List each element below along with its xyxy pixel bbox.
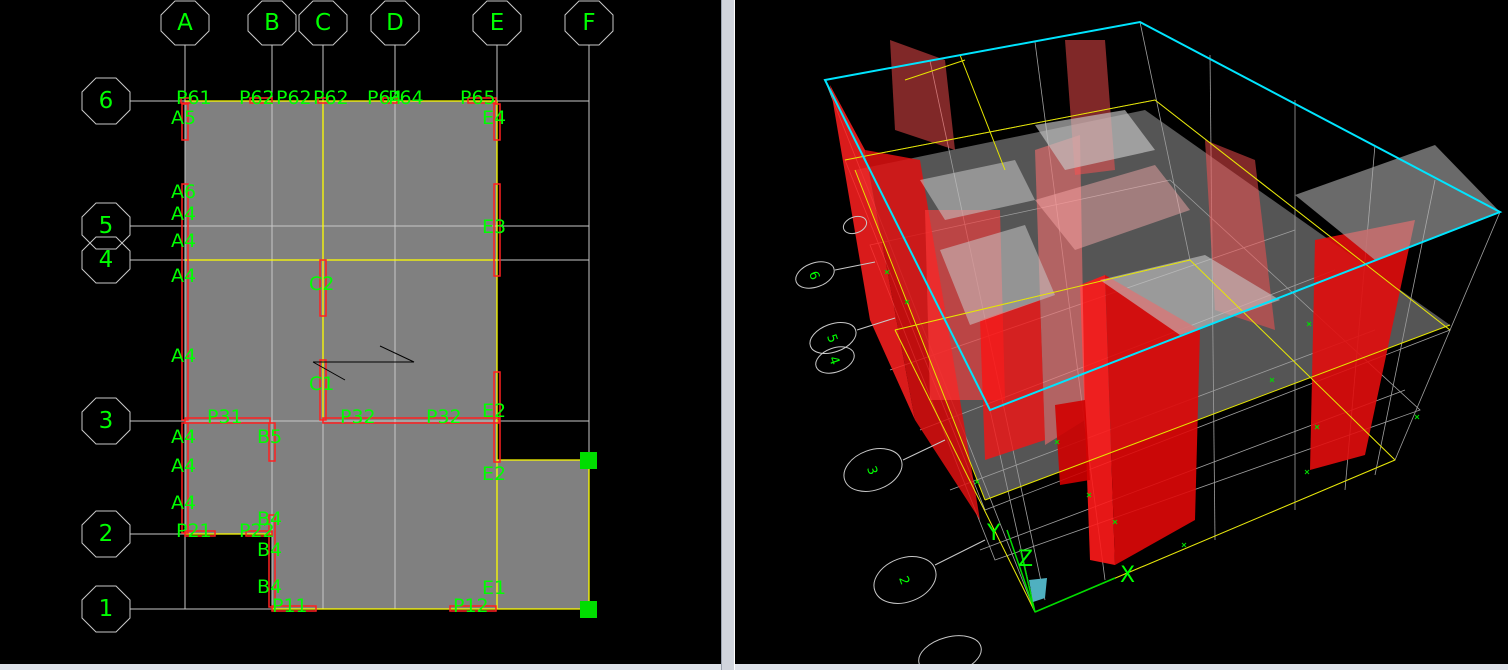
element-label: A4 bbox=[171, 203, 196, 225]
element-label: B5 bbox=[257, 426, 282, 448]
element-label: A4 bbox=[171, 265, 196, 287]
element-label: E4 bbox=[482, 107, 506, 129]
grid-label-c: C bbox=[315, 10, 331, 36]
grid-label-b: B bbox=[264, 10, 280, 36]
element-label: C2 bbox=[309, 273, 334, 295]
grid-label-e: E bbox=[490, 10, 505, 36]
element-label: P61 bbox=[176, 87, 212, 109]
grid-label-4: 4 bbox=[99, 247, 114, 273]
grid-label-2: 2 bbox=[99, 521, 114, 547]
3d-grid-label: 6 bbox=[805, 269, 822, 282]
wall-panel[interactable] bbox=[980, 300, 1045, 460]
slab-lower-right bbox=[272, 421, 589, 609]
axis-x-label: X bbox=[1120, 563, 1135, 588]
element-label: A4 bbox=[171, 455, 196, 477]
support-node[interactable] bbox=[580, 452, 597, 469]
element-label: P32 bbox=[426, 406, 462, 428]
element-label: P64 bbox=[388, 87, 424, 109]
3d-grid-label: 2 bbox=[895, 574, 912, 587]
grid-bubbles-y bbox=[81, 77, 131, 633]
element-label: P12 bbox=[453, 595, 489, 617]
element-label: B4 bbox=[257, 539, 282, 561]
element-label: P32 bbox=[340, 406, 376, 428]
element-label: A5 bbox=[171, 107, 196, 129]
grid-bubble-labels-x: A B C D E F bbox=[177, 10, 595, 36]
grid-label-d: D bbox=[386, 10, 404, 36]
element-label: A6 bbox=[171, 181, 196, 203]
wall-panel[interactable] bbox=[1310, 220, 1415, 470]
element-label: P65 bbox=[460, 87, 496, 109]
3d-grid-label: 4 bbox=[825, 354, 842, 367]
grid-label-1: 1 bbox=[99, 596, 114, 622]
3d-grid-label: 3 bbox=[863, 464, 880, 477]
plan-view-viewport[interactable]: A B C D E F 6 5 4 3 2 1 P61 P62 P62 P62 … bbox=[0, 0, 721, 664]
element-label: E2 bbox=[482, 463, 506, 485]
3d-view-viewport[interactable]: 6 5 4 3 2 X Y Z bbox=[735, 0, 1508, 664]
grid-label-6: 6 bbox=[99, 88, 114, 114]
viewport-splitter[interactable] bbox=[721, 0, 735, 670]
element-label: P31 bbox=[207, 406, 243, 428]
grid-label-a: A bbox=[177, 10, 193, 36]
wall-panel[interactable] bbox=[1055, 400, 1090, 485]
3d-grid-label: 5 bbox=[823, 332, 840, 345]
element-label: A4 bbox=[171, 230, 196, 252]
plan-view-canvas[interactable]: A B C D E F 6 5 4 3 2 1 P61 P62 P62 P62 … bbox=[0, 0, 721, 664]
element-label: C1 bbox=[309, 373, 334, 395]
grid-label-3: 3 bbox=[99, 408, 114, 434]
element-label: E2 bbox=[482, 400, 506, 422]
element-label: P21 bbox=[176, 520, 212, 542]
support-node[interactable] bbox=[580, 601, 597, 618]
axis-y-label: Y bbox=[986, 521, 1001, 546]
3d-view-canvas[interactable]: 6 5 4 3 2 X Y Z bbox=[735, 0, 1508, 664]
element-label: A4 bbox=[171, 345, 196, 367]
grid-bubble-labels-y: 6 5 4 3 2 1 bbox=[99, 88, 114, 622]
element-label: A4 bbox=[171, 492, 196, 514]
slab-upper bbox=[185, 101, 497, 421]
grid-label-5: 5 bbox=[99, 213, 114, 239]
element-label: P62 bbox=[239, 87, 275, 109]
wall-panel[interactable] bbox=[890, 40, 955, 150]
element-label: E3 bbox=[482, 216, 506, 238]
element-label: A4 bbox=[171, 426, 196, 448]
element-label: P11 bbox=[272, 595, 308, 617]
grid-label-f: F bbox=[582, 10, 595, 36]
element-label: P62 bbox=[313, 87, 349, 109]
axis-z-label: Z bbox=[1018, 547, 1033, 572]
element-label: P62 bbox=[276, 87, 312, 109]
